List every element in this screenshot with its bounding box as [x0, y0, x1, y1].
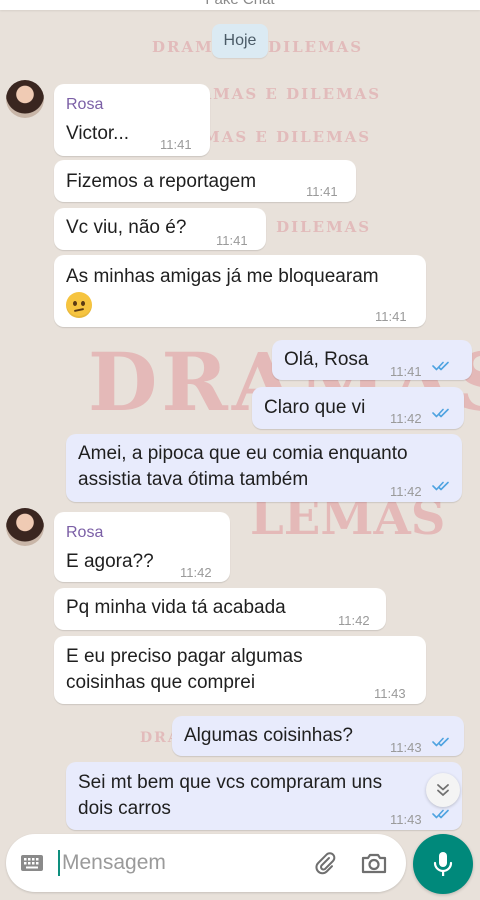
message-bubble-outgoing[interactable]: Claro que vi 11:42: [252, 387, 464, 429]
message-bubble-incoming[interactable]: Fizemos a reportagem 11:41: [54, 160, 356, 202]
sender-name[interactable]: Rosa: [66, 92, 103, 117]
message-time: 11:42: [390, 411, 422, 426]
message-text: Claro que vi: [264, 397, 366, 418]
avatar[interactable]: [6, 508, 44, 546]
message-time: 11:43: [374, 686, 406, 701]
message-bubble-outgoing[interactable]: Sei mt bem que vcs compraram uns dois ca…: [66, 762, 462, 830]
camera-icon[interactable]: [360, 850, 388, 876]
message-text-line: Sei mt bem que vcs compraram uns: [78, 772, 383, 793]
message-text-line: dois carros: [78, 798, 171, 819]
message-bubble-incoming[interactable]: Rosa Victor... 11:41: [54, 84, 210, 156]
message-bubble-outgoing[interactable]: Amei, a pipoca que eu comia enquanto ass…: [66, 434, 462, 502]
text-cursor: [58, 850, 60, 876]
double-chevron-down-icon: [437, 784, 449, 796]
message-text: Algumas coisinhas?: [184, 725, 353, 746]
read-ticks-icon: [432, 737, 449, 747]
read-ticks-icon: [432, 361, 449, 371]
avatar[interactable]: [6, 80, 44, 118]
message-text-line: assistia tava ótima também: [78, 469, 309, 490]
message-bubble-incoming[interactable]: Pq minha vida tá acabada 11:42: [54, 588, 386, 630]
message-bubble-incoming[interactable]: As minhas amigas já me bloquearam 11:41: [54, 255, 426, 327]
worried-face-emoji: [66, 292, 92, 318]
message-time: 11:42: [180, 565, 212, 580]
message-text: E agora??: [66, 551, 154, 572]
attach-icon[interactable]: [312, 850, 338, 876]
read-ticks-icon: [432, 481, 449, 491]
message-text: Victor...: [66, 123, 130, 144]
read-ticks-icon: [432, 809, 449, 819]
chat-header: Fake Chat: [0, 0, 480, 10]
message-text-line: coisinhas que comprei: [66, 672, 256, 693]
microphone-icon: [433, 852, 453, 876]
read-ticks-icon: [432, 408, 449, 418]
message-bubble-incoming[interactable]: Vc viu, não é? 11:41: [54, 208, 266, 250]
message-text: Olá, Rosa: [284, 349, 369, 370]
message-composer: [6, 834, 406, 892]
scroll-to-bottom-button[interactable]: [426, 773, 460, 807]
message-time: 11:41: [375, 309, 407, 324]
chat-title: Fake Chat: [0, 0, 480, 8]
message-time: 11:43: [390, 812, 422, 827]
message-bubble-outgoing[interactable]: Olá, Rosa 11:41: [272, 340, 472, 380]
message-time: 11:42: [390, 484, 422, 499]
message-time: 11:41: [306, 184, 338, 199]
message-time: 11:42: [338, 613, 370, 628]
message-bubble-outgoing[interactable]: Algumas coisinhas? 11:43: [172, 716, 464, 756]
message-text: Fizemos a reportagem: [66, 171, 257, 192]
message-text-line: Amei, a pipoca que eu comia enquanto: [78, 443, 408, 464]
voice-message-button[interactable]: [413, 834, 473, 894]
message-text: Pq minha vida tá acabada: [66, 597, 286, 618]
message-time: 11:41: [216, 233, 248, 248]
message-text: As minhas amigas já me bloquearam: [66, 266, 379, 287]
message-text: Vc viu, não é?: [66, 217, 187, 238]
keyboard-icon[interactable]: [20, 854, 44, 872]
message-text-line: E eu preciso pagar algumas: [66, 646, 303, 667]
message-time: 11:41: [390, 364, 422, 379]
message-input[interactable]: [62, 846, 302, 880]
message-time: 11:41: [160, 137, 192, 152]
message-bubble-incoming[interactable]: Rosa E agora?? 11:42: [54, 512, 230, 582]
sender-name[interactable]: Rosa: [66, 520, 103, 545]
date-separator: Hoje: [212, 24, 268, 58]
message-bubble-incoming[interactable]: E eu preciso pagar algumas coisinhas que…: [54, 636, 426, 704]
message-time: 11:43: [390, 740, 422, 755]
